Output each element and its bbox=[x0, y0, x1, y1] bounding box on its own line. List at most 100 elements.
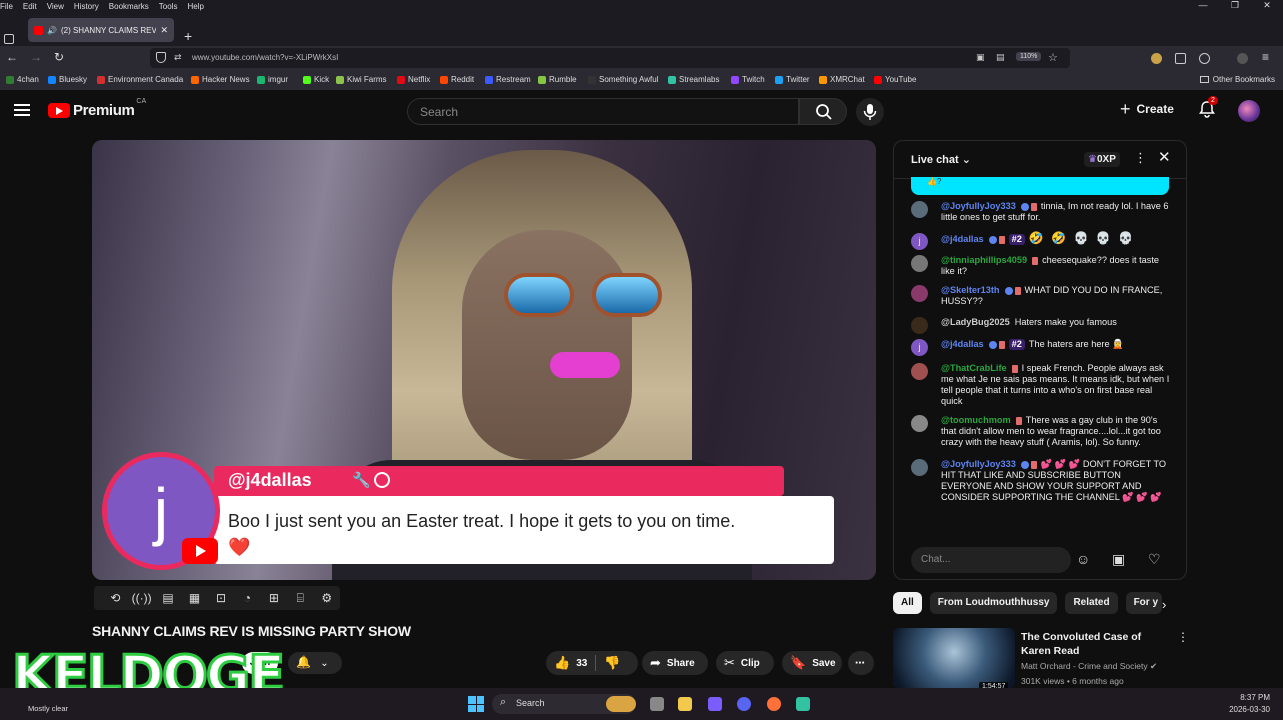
bookmark-item[interactable]: Netflix bbox=[397, 75, 430, 84]
close-tab-icon[interactable]: ✕ bbox=[160, 25, 168, 36]
dislike-icon[interactable]: 👎 bbox=[604, 655, 620, 671]
back-icon[interactable]: ← bbox=[6, 50, 18, 64]
url-bar[interactable]: ⇄ www.youtube.com/watch?v=-XLiPWrkXsI ▣ … bbox=[150, 48, 1070, 68]
account-icon[interactable] bbox=[1199, 53, 1210, 64]
chat-username[interactable]: @toomuchmom bbox=[941, 415, 1011, 425]
chat-message[interactable]: @JoyfullyJoy333 💕 💕 💕 DON'T FORGET TO HIT… bbox=[911, 459, 1171, 503]
screenshot-camera-icon[interactable]: ⌸ bbox=[287, 591, 313, 606]
chat-username[interactable]: @Skelter13th bbox=[941, 285, 1000, 295]
chat-avatar[interactable]: j bbox=[911, 233, 928, 250]
new-tab-icon[interactable]: + bbox=[184, 28, 192, 44]
chat-message[interactable]: @Skelter13th WHAT DID YOU DO IN FRANCE, H… bbox=[911, 285, 1171, 307]
add-frame-icon[interactable]: ⊞ bbox=[261, 591, 287, 605]
menu-file[interactable]: File bbox=[0, 2, 13, 11]
chat-input[interactable]: Chat... bbox=[911, 547, 1071, 573]
zoom-level[interactable]: 110% bbox=[1016, 52, 1042, 61]
chat-avatar[interactable] bbox=[911, 285, 928, 302]
menu-edit[interactable]: Edit bbox=[23, 2, 37, 11]
extensions-puzzle-icon[interactable] bbox=[1175, 53, 1186, 64]
heart-icon[interactable]: ♡ bbox=[1148, 551, 1161, 568]
weather-text[interactable]: Mostly clear bbox=[28, 704, 68, 713]
audio-wave-icon[interactable]: ((·)) bbox=[128, 591, 154, 605]
share-button[interactable]: ➦ Share bbox=[642, 651, 708, 675]
extension-icon[interactable] bbox=[1151, 53, 1162, 64]
task-view-icon[interactable] bbox=[650, 697, 664, 711]
tracking-protection-icon[interactable] bbox=[156, 52, 166, 63]
film-icon[interactable]: ▦ bbox=[181, 591, 207, 605]
chat-username[interactable]: @j4dallas bbox=[941, 339, 984, 349]
file-explorer-icon[interactable] bbox=[678, 697, 692, 711]
gear-icon[interactable]: ⚙ bbox=[314, 591, 340, 605]
menu-bookmarks[interactable]: Bookmarks bbox=[109, 2, 149, 11]
menu-view[interactable]: View bbox=[47, 2, 64, 11]
chat-message[interactable]: @toomuchmom There was a gay club in the 9… bbox=[911, 415, 1171, 448]
close-window-icon[interactable]: ✕ bbox=[1251, 0, 1283, 11]
live-chat-title-dropdown[interactable]: Live chat ⌄ bbox=[911, 153, 971, 166]
bookmark-item[interactable]: 4chan bbox=[6, 75, 39, 84]
forward-icon[interactable]: → bbox=[30, 50, 42, 64]
super-chat-icon[interactable]: ▣ bbox=[1112, 551, 1125, 568]
other-bookmarks-folder[interactable]: Other Bookmarks bbox=[1199, 75, 1275, 84]
chat-message[interactable]: @LadyBug2025 Haters make you famous bbox=[911, 317, 1171, 334]
related-video-channel[interactable]: Matt Orchard - Crime and Society ✔ bbox=[1021, 661, 1181, 672]
bookmark-item[interactable]: Kick bbox=[303, 75, 329, 84]
chat-avatar[interactable] bbox=[911, 363, 928, 380]
subscription-bell-button[interactable]: 🔔 ⌄ bbox=[288, 652, 342, 674]
chat-more-options-icon[interactable]: ⋮ bbox=[1134, 150, 1147, 166]
system-clock[interactable]: 8:37 PM 2026-03-30 bbox=[1226, 692, 1270, 716]
save-button[interactable]: 🔖 Save bbox=[782, 651, 842, 675]
chat-message[interactable]: j @j4dallas #2 The haters are here 🧝 bbox=[911, 339, 1171, 356]
chat-username[interactable]: @LadyBug2025 bbox=[941, 317, 1010, 327]
chat-avatar[interactable] bbox=[911, 201, 928, 218]
chip-all[interactable]: All bbox=[893, 592, 922, 614]
notifications-button[interactable]: 2 bbox=[1198, 96, 1218, 120]
video-player[interactable]: @j4dallas 🔧 Boo I just sent you an Easte… bbox=[92, 140, 876, 580]
chat-message[interactable]: j @j4dallas #2 🤣 🤣 💀 💀 💀 bbox=[911, 232, 1171, 250]
bookmark-item[interactable]: Streamlabs bbox=[668, 75, 719, 84]
chat-avatar[interactable] bbox=[911, 459, 928, 476]
close-chat-icon[interactable]: ✕ bbox=[1158, 148, 1171, 166]
related-video-title[interactable]: The Convoluted Case of Karen Read bbox=[1021, 630, 1171, 658]
video-thumbnail[interactable] bbox=[893, 628, 1015, 688]
addon-icon[interactable] bbox=[1237, 53, 1248, 64]
chat-avatar[interactable] bbox=[911, 317, 928, 334]
search-button[interactable] bbox=[799, 98, 847, 125]
bookmark-star-icon[interactable]: ☆ bbox=[1048, 51, 1058, 64]
reload-icon[interactable]: ↻ bbox=[54, 50, 64, 64]
xp-badge[interactable]: ♛0XP bbox=[1084, 152, 1120, 167]
chat-username[interactable]: @JoyfullyJoy333 bbox=[941, 201, 1016, 211]
bookmark-item[interactable]: Environment Canada bbox=[97, 75, 183, 84]
menu-help[interactable]: Help bbox=[187, 2, 203, 11]
bookmark-item[interactable]: Bluesky bbox=[48, 75, 87, 84]
firefox-icon[interactable] bbox=[767, 697, 781, 711]
streamlabs-icon[interactable] bbox=[796, 697, 810, 711]
menu-history[interactable]: History bbox=[74, 2, 99, 11]
like-icon[interactable]: 👍 bbox=[554, 655, 570, 671]
chip-related[interactable]: Related bbox=[1065, 592, 1118, 614]
emoji-icon[interactable]: ☺ bbox=[1076, 551, 1090, 567]
account-avatar[interactable] bbox=[1238, 100, 1260, 122]
create-button[interactable]: + Create bbox=[1120, 100, 1174, 118]
bookmark-item[interactable]: Something Awful bbox=[588, 75, 658, 84]
bookmark-item[interactable]: Rumble bbox=[538, 75, 577, 84]
voice-search-button[interactable] bbox=[856, 98, 884, 126]
url-text[interactable]: www.youtube.com/watch?v=-XLiPWrkXsI bbox=[192, 53, 338, 62]
bookmark-item[interactable]: Reddit bbox=[440, 75, 474, 84]
site-permissions-icon[interactable]: ⇄ bbox=[174, 52, 182, 63]
chat-username[interactable]: @ThatCrabLife bbox=[941, 363, 1007, 373]
menu-tools[interactable]: Tools bbox=[159, 2, 178, 11]
restore-icon[interactable]: ❐ bbox=[1219, 0, 1251, 11]
pinned-message-banner[interactable]: 👍? bbox=[911, 177, 1169, 195]
bookmark-item[interactable]: Twitter bbox=[775, 75, 810, 84]
more-actions-button[interactable]: ⋯ bbox=[848, 651, 874, 675]
bookmark-item[interactable]: XMRChat bbox=[819, 75, 865, 84]
picture-in-picture-icon[interactable]: ▣ bbox=[976, 52, 985, 63]
chat-avatar[interactable]: j bbox=[911, 339, 928, 356]
cinema-icon[interactable]: ▤ bbox=[155, 591, 181, 605]
chat-message[interactable]: @tinniaphillips4059 cheesequake?? does it… bbox=[911, 255, 1171, 277]
clip-button[interactable]: ✂ Clip bbox=[716, 651, 774, 675]
speed-gauge-icon[interactable]: ◔ bbox=[234, 591, 260, 605]
bookmark-item[interactable]: imgur bbox=[257, 75, 288, 84]
discord-icon[interactable] bbox=[737, 697, 751, 711]
hamburger-menu-icon[interactable] bbox=[14, 104, 30, 116]
